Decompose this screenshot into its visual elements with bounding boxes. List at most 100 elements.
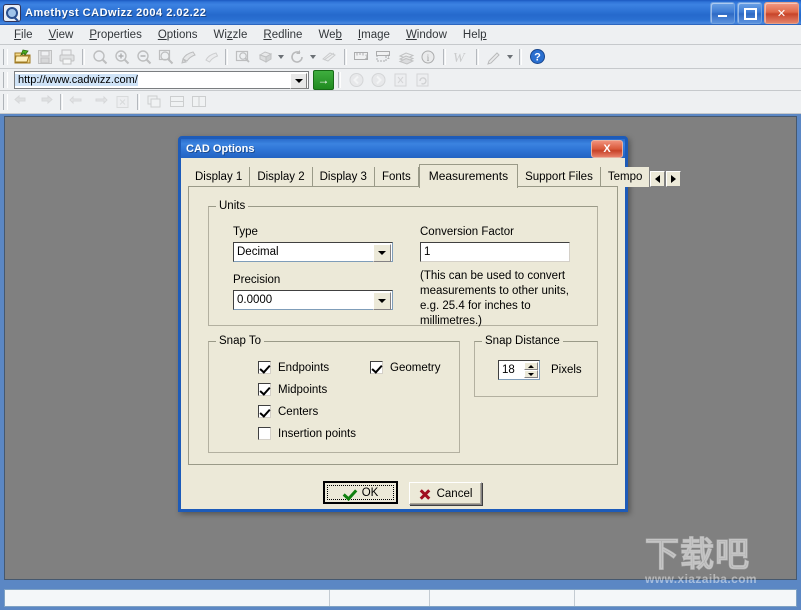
menu-help[interactable]: Help [455,27,495,43]
cancel-button-label: Cancel [436,487,473,500]
tab-support-files[interactable]: Support Files [518,167,601,187]
precision-dropdown-icon[interactable] [373,292,391,310]
tile-horizontal-icon[interactable] [166,92,188,112]
navigation-toolbar [0,91,801,114]
next-sheet-icon[interactable] [89,92,111,112]
tile-vertical-icon[interactable] [188,92,210,112]
address-input[interactable]: http://www.cadwizz.com/ [14,70,309,89]
toolbar-grip[interactable] [3,48,8,65]
wizzle-icon[interactable]: W [450,47,472,67]
snap-geometry-checkbox[interactable]: Geometry [370,361,441,374]
menu-file[interactable]: File [6,27,41,43]
snap-midpoints-checkbox[interactable]: Midpoints [258,383,327,396]
tab-display-1[interactable]: Display 1 [188,167,251,187]
tab-display-3[interactable]: Display 3 [312,167,375,187]
units-group: Units Type Decimal Precision 0.0000 Conv… [208,200,598,327]
tab-measurements[interactable]: Measurements [418,164,519,188]
precision-combo[interactable]: 0.0000 [233,290,393,310]
maximize-button[interactable] [737,2,762,24]
navigation-toolbar-grip[interactable] [3,94,8,110]
snap-endpoints-checkbox-box[interactable] [258,361,271,374]
tab-fonts[interactable]: Fonts [374,167,419,187]
menu-web[interactable]: Web [310,27,349,43]
info-icon[interactable]: i [417,47,439,67]
zoom-in-icon[interactable] [111,47,133,67]
measure-area-icon[interactable]: 1 [373,47,395,67]
tab-temporary[interactable]: Tempo [600,167,650,187]
layer-cube-icon[interactable] [254,47,276,67]
zoom-window-icon[interactable] [89,47,111,67]
menu-view-label: View [48,28,74,41]
snap-endpoints-checkbox[interactable]: Endpoints [258,361,329,374]
menubar: File View Properties Options Wizzle Redl… [0,25,801,45]
pan-hand-icon[interactable] [177,47,199,67]
measure-length-icon[interactable]: 1 [351,47,373,67]
layer-dropdown-arrow-icon[interactable] [276,55,286,59]
unit-type-combo[interactable]: Decimal [233,242,393,262]
ok-button[interactable]: OK [323,481,398,504]
close-button[interactable]: ✕ [764,2,799,24]
dialog-close-button[interactable]: X [591,140,623,158]
open-folder-icon[interactable] [12,47,34,67]
previous-sheet-icon[interactable] [67,92,89,112]
spin-down-icon[interactable] [524,370,538,378]
next-view-icon[interactable] [34,92,56,112]
menu-wizzle[interactable]: Wizzle [206,27,256,43]
conversion-factor-input[interactable]: 1 [420,242,570,262]
menu-image-label: Image [357,28,390,41]
menu-properties[interactable]: Properties [81,27,150,43]
snap-distance-spin-buttons[interactable] [524,362,538,378]
cascade-windows-icon[interactable] [144,92,166,112]
layers-stack-icon[interactable] [395,47,417,67]
snap-centers-checkbox[interactable]: Centers [258,405,318,418]
conversion-factor-value: 1 [424,246,431,258]
rotate-icon[interactable] [286,47,308,67]
snap-insertion-points-checkbox-box[interactable] [258,427,271,440]
previous-view-icon[interactable] [12,92,34,112]
select-window-icon[interactable] [232,47,254,67]
unit-type-dropdown-icon[interactable] [373,244,391,262]
menu-help-label: Help [462,28,487,41]
menu-window[interactable]: Window [398,27,455,43]
save-disk-icon[interactable] [34,47,56,67]
window-titlebar: Amethyst CADwizz 2004 2.02.22 ✕ [0,0,801,25]
address-dropdown-icon[interactable] [290,72,307,89]
refresh-icon[interactable] [411,70,433,90]
snap-distance-spinner[interactable]: 18 [498,360,540,380]
redline-dropdown-arrow-icon[interactable] [505,55,515,59]
snap-to-group-label: Snap To [216,335,264,347]
zoom-extents-icon[interactable] [155,47,177,67]
cancel-button[interactable]: Cancel [409,482,482,505]
dialog-titlebar: CAD Options X [181,139,625,158]
svg-text:?: ? [534,52,541,64]
snap-centers-checkbox-box[interactable] [258,405,271,418]
print-icon[interactable] [56,47,78,67]
menu-wizzle-label: Wizzle [213,28,248,41]
redline-pen-icon[interactable] [483,47,505,67]
menu-image[interactable]: Image [350,27,398,43]
stop-icon[interactable] [389,70,411,90]
tab-scroll-left-button[interactable] [650,171,666,187]
go-button[interactable]: → [313,69,334,90]
measure-clip-icon[interactable] [318,47,340,67]
address-toolbar-grip[interactable] [3,71,8,88]
snap-geometry-checkbox-box[interactable] [370,361,383,374]
tab-display-2[interactable]: Display 2 [250,167,313,187]
rotate-dropdown-arrow-icon[interactable] [308,55,318,59]
cad-options-dialog: CAD Options X Display 1 Display 2 Displa… [178,136,682,512]
main-toolbar: 1 1 i W ? [0,45,801,69]
erase-icon[interactable] [199,47,221,67]
menu-redline[interactable]: Redline [255,27,310,43]
spin-up-icon[interactable] [524,362,538,370]
snap-midpoints-checkbox-box[interactable] [258,383,271,396]
zoom-out-icon[interactable] [133,47,155,67]
back-icon[interactable] [345,70,367,90]
menu-view[interactable]: View [41,27,82,43]
snap-insertion-points-checkbox[interactable]: Insertion points [258,427,356,440]
minimize-button[interactable] [710,2,735,24]
help-question-icon[interactable]: ? [526,47,548,67]
forward-icon[interactable] [367,70,389,90]
tab-scroll-right-button[interactable] [666,171,682,187]
menu-options[interactable]: Options [150,27,206,43]
close-sheet-icon[interactable] [111,92,133,112]
